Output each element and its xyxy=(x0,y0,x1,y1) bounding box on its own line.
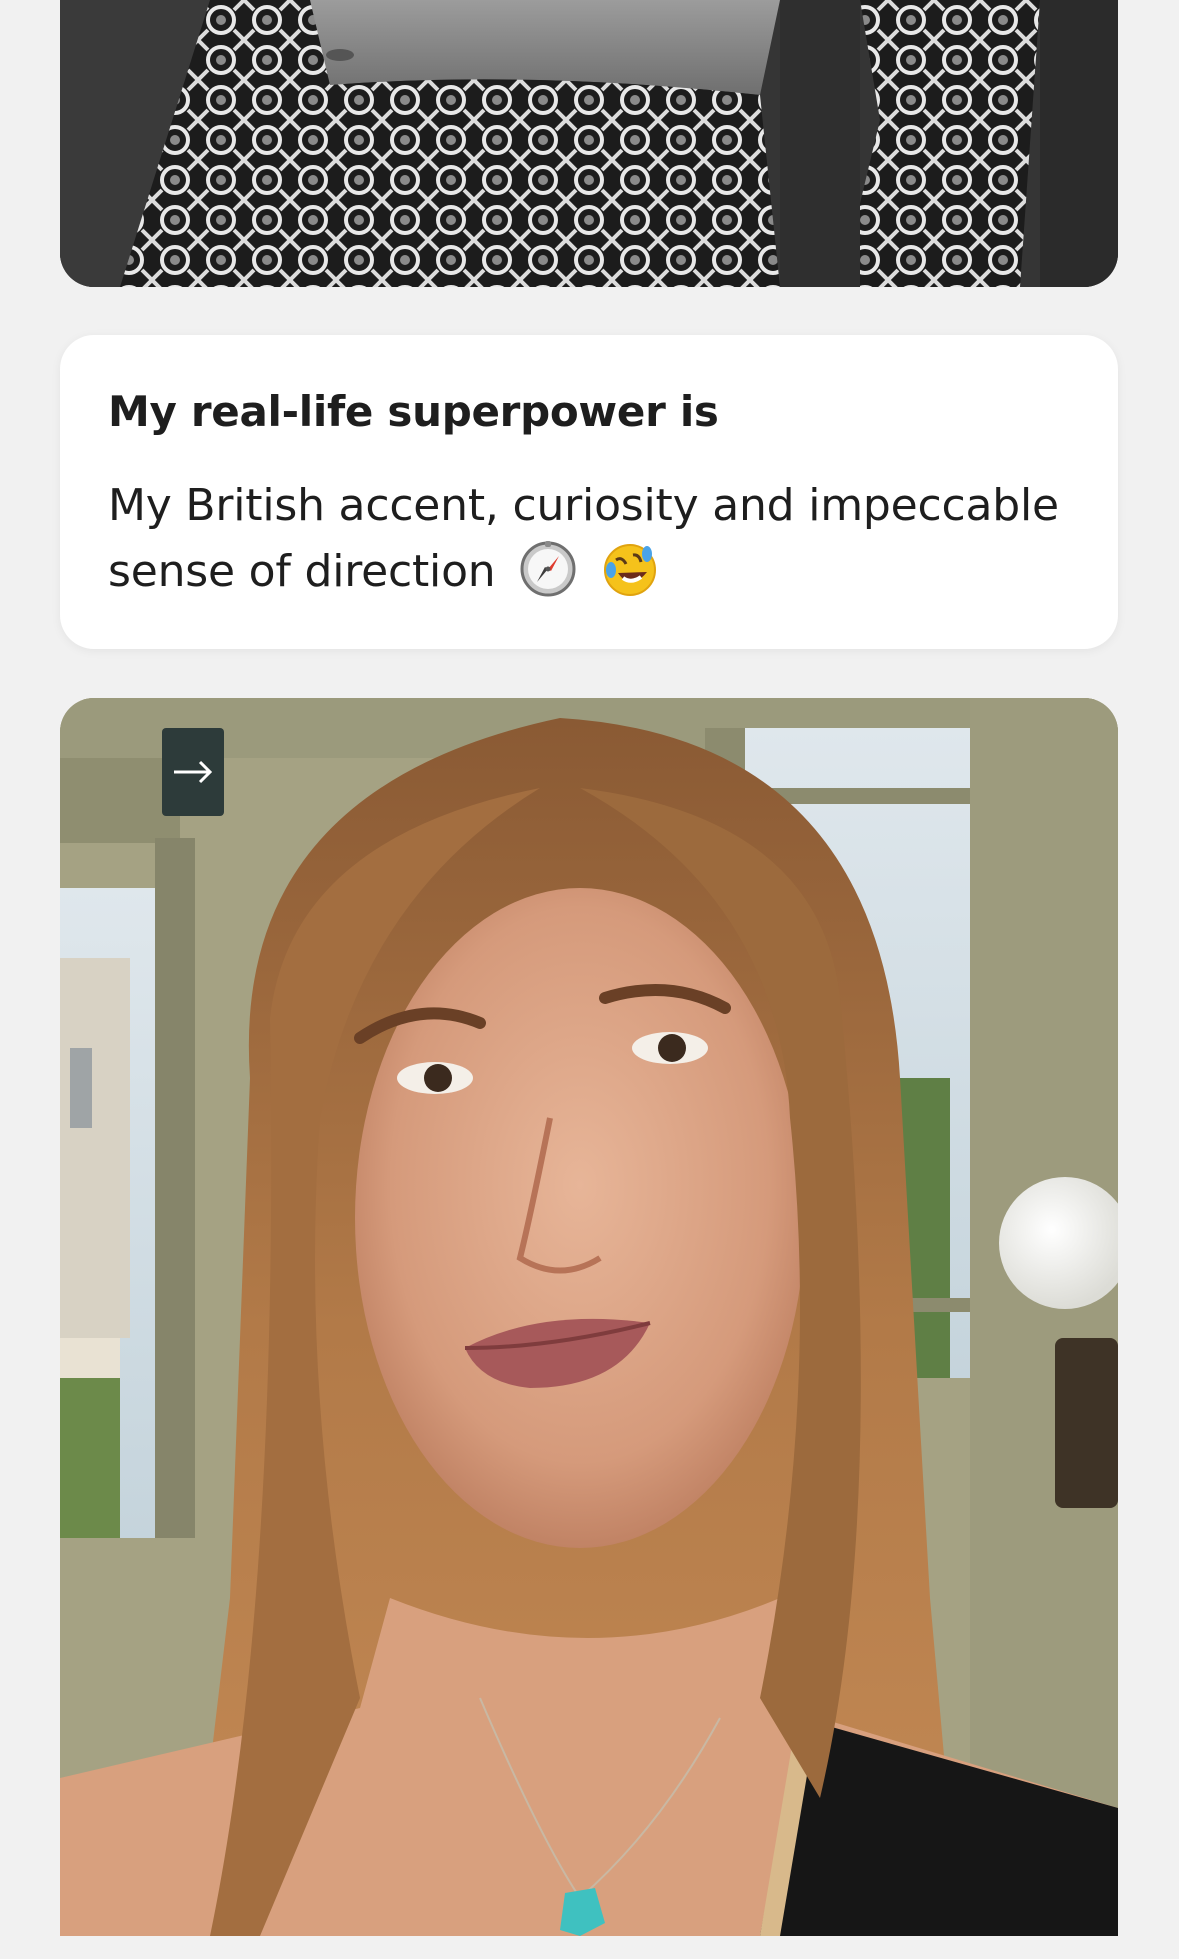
rolling-laughing-emoji-icon xyxy=(601,540,659,598)
profile-scroll-area[interactable]: My real-life superpower is My British ac… xyxy=(0,0,1179,1959)
prompt-answer: My British accent, curiosity and impecca… xyxy=(108,473,1098,605)
prompt-question: My real-life superpower is xyxy=(108,387,719,436)
profile-photo-bottom[interactable] xyxy=(60,698,1118,1936)
compass-emoji-icon xyxy=(519,540,577,598)
prompt-answer-text: My British accent, curiosity and impecca… xyxy=(108,480,1059,597)
prompt-card[interactable]: My real-life superpower is My British ac… xyxy=(60,335,1118,649)
profile-photo-top[interactable] xyxy=(60,0,1118,287)
photo-smiling-woman-portrait-image xyxy=(60,698,1118,1936)
photo-patterned-skirt-image xyxy=(60,0,1118,287)
